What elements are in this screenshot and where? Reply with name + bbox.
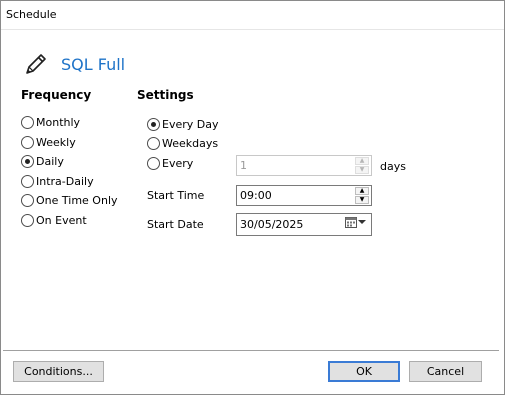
radio-every[interactable]: Every <box>147 155 193 171</box>
spin-up-icon[interactable]: ▲ <box>355 187 369 195</box>
radio-circle-checked <box>147 117 160 131</box>
conditions-button[interactable]: Conditions... <box>13 361 104 382</box>
radio-label: On Event <box>36 213 87 227</box>
cancel-button[interactable]: Cancel <box>409 361 482 382</box>
footer-separator <box>3 350 499 351</box>
chevron-down-icon <box>357 217 367 230</box>
radio-daily[interactable]: Daily <box>21 153 64 169</box>
ok-button[interactable]: OK <box>328 361 400 382</box>
radio-label: Intra-Daily <box>36 174 94 188</box>
title-bar[interactable]: Schedule <box>1 1 504 29</box>
radio-label: Daily <box>36 154 64 168</box>
radio-one-time-only[interactable]: One Time Only <box>21 192 118 208</box>
spin-up-icon[interactable]: ▲ <box>355 157 369 165</box>
radio-circle <box>21 115 34 129</box>
start-date-value: 30/05/2025 <box>240 218 304 231</box>
radio-weekly[interactable]: Weekly <box>21 134 76 150</box>
pencil-icon <box>23 51 49 77</box>
schedule-dialog: Schedule SQL Full Frequency Monthly Week… <box>0 0 505 395</box>
radio-circle <box>147 156 160 170</box>
radio-label: Every <box>162 156 194 170</box>
date-picker-button[interactable] <box>345 216 369 231</box>
window-title: Schedule <box>6 8 57 21</box>
spin-buttons[interactable]: ▲ ▼ <box>355 157 369 174</box>
spin-buttons[interactable]: ▲ ▼ <box>355 187 369 204</box>
radio-circle <box>147 136 160 150</box>
radio-label: Monthly <box>36 115 81 129</box>
start-date-field[interactable]: 30/05/2025 <box>236 213 372 236</box>
job-title: SQL Full <box>61 55 126 74</box>
every-days-stepper[interactable]: 1 ▲ ▼ <box>236 155 372 176</box>
every-days-value: 1 <box>240 159 247 172</box>
radio-circle <box>21 193 34 207</box>
start-date-label: Start Date <box>147 218 204 231</box>
radio-circle-checked <box>21 154 34 168</box>
radio-label: Weekdays <box>162 136 219 150</box>
radio-circle <box>21 135 34 149</box>
radio-circle <box>21 213 34 227</box>
start-time-label: Start Time <box>147 189 205 202</box>
radio-weekdays[interactable]: Weekdays <box>147 135 218 151</box>
radio-on-event[interactable]: On Event <box>21 212 87 228</box>
spin-down-icon[interactable]: ▼ <box>355 196 369 204</box>
title-separator <box>1 29 504 30</box>
radio-every-day[interactable]: Every Day <box>147 116 218 132</box>
radio-label: Every Day <box>162 117 219 131</box>
start-time-field[interactable]: 09:00 ▲ ▼ <box>236 185 372 206</box>
start-time-value: 09:00 <box>240 189 272 202</box>
frequency-heading: Frequency <box>21 88 92 102</box>
calendar-icon <box>345 216 357 231</box>
every-unit-label: days <box>380 160 406 173</box>
radio-label: Weekly <box>36 135 76 149</box>
settings-heading: Settings <box>137 88 194 102</box>
radio-circle <box>21 174 34 188</box>
radio-intra-daily[interactable]: Intra-Daily <box>21 173 94 189</box>
radio-label: One Time Only <box>36 193 118 207</box>
radio-monthly[interactable]: Monthly <box>21 114 80 130</box>
spin-down-icon[interactable]: ▼ <box>355 166 369 174</box>
